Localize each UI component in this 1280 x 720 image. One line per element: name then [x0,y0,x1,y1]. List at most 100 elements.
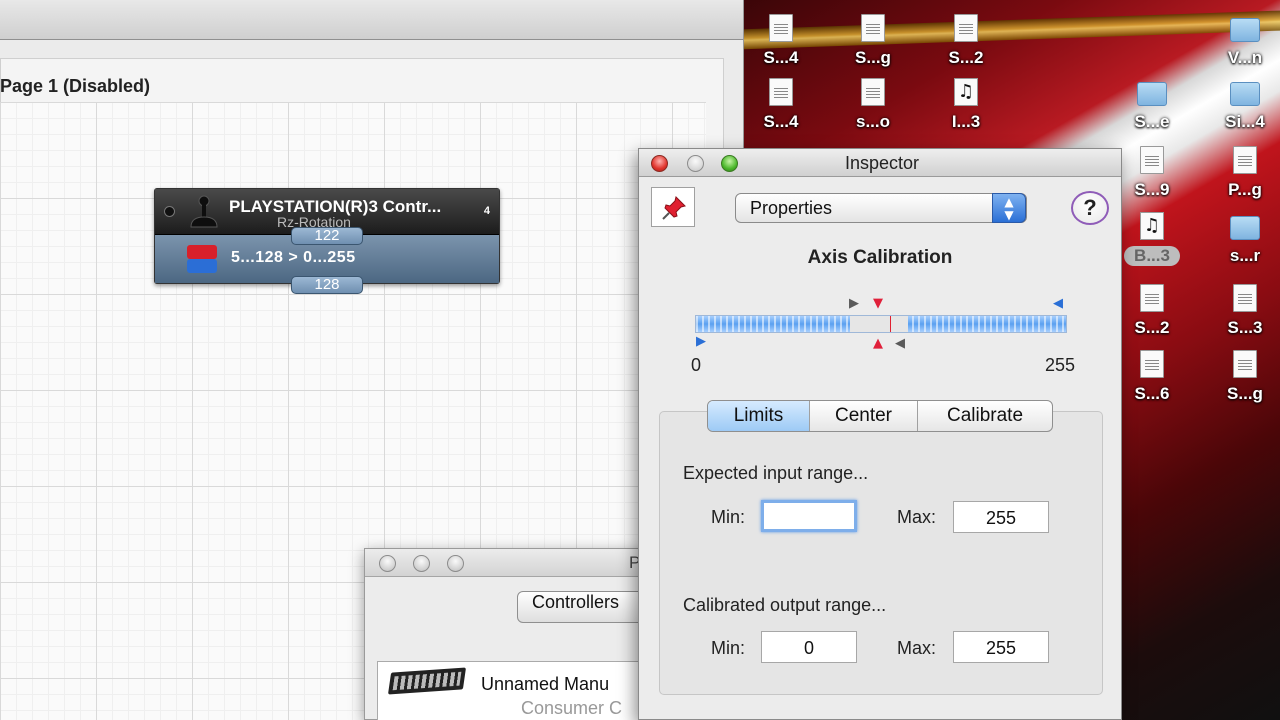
output-min-field[interactable]: 0 [761,631,857,663]
inspector-window: Inspector Properties ▲ ▼ ? Axis Calibrati… [638,148,1122,720]
device-name: Unnamed Manu [481,674,610,694]
desktop-icon-label: S...g [855,48,891,67]
document-icon [1233,284,1257,312]
document-icon [861,78,885,106]
center-min-marker-icon[interactable]: ▶ [849,297,859,310]
calibration-tabs: Limits Center Calibrate [707,400,1053,432]
properties-popup[interactable]: Properties ▲ ▼ [735,193,1027,223]
desktop-icon[interactable]: s...r [1210,212,1280,266]
zoom-button[interactable] [447,555,464,572]
folder-icon [1230,82,1260,106]
output-value-pill: 128 [291,276,363,294]
device-list[interactable]: Unnamed Manu Consumer C [377,661,667,720]
range-min-label: 0 [691,355,702,375]
desktop-icon[interactable]: S...4 [746,78,816,132]
desktop-icon-label: Si...4 [1225,112,1265,131]
center-max-marker-icon[interactable]: ◀ [895,337,905,350]
folder-icon [1137,82,1167,106]
desktop-icon[interactable]: ♫ I...3 [931,78,1001,132]
controllers-window-titlebar[interactable]: P [365,549,663,577]
help-button[interactable]: ? [1071,191,1109,225]
input-max-field[interactable]: 255 [953,501,1049,533]
inspector-titlebar[interactable]: Inspector [639,149,1121,177]
node-connector-dot[interactable] [164,206,175,217]
desktop-icon[interactable]: S...2 [1117,284,1187,338]
desktop-icon[interactable]: S...2 [931,14,1001,68]
desktop-icon[interactable]: S...9 [1117,146,1187,200]
folder-icon [1230,216,1260,240]
desktop-icon[interactable]: S...3 [1210,284,1280,338]
desktop-icon-label: P...g [1228,180,1262,199]
min-limit-marker-icon[interactable]: ▶ [696,335,706,348]
desktop-icon-label: s...o [855,112,890,131]
center-marker-icon[interactable]: ▼ [873,297,883,310]
desktop-icon[interactable]: ♫ B...3 [1117,212,1187,266]
calibrated-output-label: Calibrated output range... [683,595,887,615]
controller-node[interactable]: PLAYSTATION(R)3 Contr... Rz-Rotation 4 5… [154,188,500,294]
desktop-icon[interactable]: s...o [838,78,908,132]
input-min-field[interactable] [761,500,857,532]
properties-popup-value: Properties [750,198,833,218]
document-icon [769,78,793,106]
tab-limits[interactable]: Limits [708,401,810,431]
desktop-icon-label: S...4 [763,48,799,67]
document-icon [1233,146,1257,174]
music-icon: ♫ [1140,212,1164,240]
max-limit-marker-icon[interactable]: ◀ [1053,297,1063,310]
document-icon [1233,350,1257,378]
desktop-icon-label: s...r [1229,246,1261,265]
input-value-pill: 122 [291,227,363,245]
device-subtitle: Consumer C [521,698,623,718]
input-min-label: Min: [711,507,746,527]
desktop-icon-label: S...2 [948,48,984,67]
desktop-icon-label: S...2 [1134,318,1170,337]
current-value-marker-icon: ▲ [873,336,883,351]
axis-mapping-icon [187,245,217,273]
close-button[interactable] [379,555,396,572]
output-max-label: Max: [897,638,937,658]
desktop-icon[interactable]: S...6 [1117,350,1187,404]
document-icon [1140,350,1164,378]
desktop-icon-label: B...3 [1124,246,1180,266]
desktop-icon-label: S...g [1227,384,1263,403]
keyboard-icon [387,667,467,695]
controllers-button[interactable]: Controllers [517,591,657,623]
desktop-icon-label: S...6 [1134,384,1170,403]
tab-calibrate[interactable]: Calibrate [918,401,1052,431]
expected-input-label: Expected input range... [683,463,869,483]
editor-titlebar[interactable] [0,0,743,40]
document-icon [1140,284,1164,312]
document-icon [954,14,978,42]
page-title: Page 1 (Disabled) [0,76,151,96]
document-icon [861,14,885,42]
desktop-wallpaper-stripe [740,10,1280,50]
minimize-button[interactable] [413,555,430,572]
popup-arrows-icon: ▲ ▼ [992,193,1026,223]
controllers-window: P Controllers Unnamed Manu Consumer C [364,548,667,720]
desktop-icon-label: S...3 [1227,318,1263,337]
tab-center[interactable]: Center [810,401,918,431]
desktop-icon-label: S...4 [763,112,799,131]
desktop-icon-label: S...e [1134,112,1170,131]
desktop-icon[interactable]: S...g [1210,350,1280,404]
desktop-icon-label: S...9 [1134,180,1170,199]
desktop-icon[interactable]: S...4 [746,14,816,68]
desktop-icon[interactable]: S...g [838,14,908,68]
desktop-icon[interactable]: Si...4 [1210,78,1280,132]
folder-icon [1230,18,1260,42]
desktop-icon[interactable]: P...g [1210,146,1280,200]
desktop-icon[interactable]: S...e [1117,78,1187,132]
node-count: 4 [483,205,490,217]
pin-button[interactable] [651,187,695,227]
desktop-icon[interactable]: V...n [1210,14,1280,68]
calibration-bar[interactable] [695,315,1067,333]
joystick-icon [190,195,218,228]
output-max-field[interactable]: 255 [953,631,1049,663]
music-icon: ♫ [954,78,978,106]
output-min-label: Min: [711,638,746,658]
mapping-range: 5...128 > 0...255 [231,249,356,266]
pin-icon [662,196,686,220]
desktop-icon-label: I...3 [951,112,981,131]
calibration-position-line [890,316,891,332]
range-max-label: 255 [1045,355,1076,375]
